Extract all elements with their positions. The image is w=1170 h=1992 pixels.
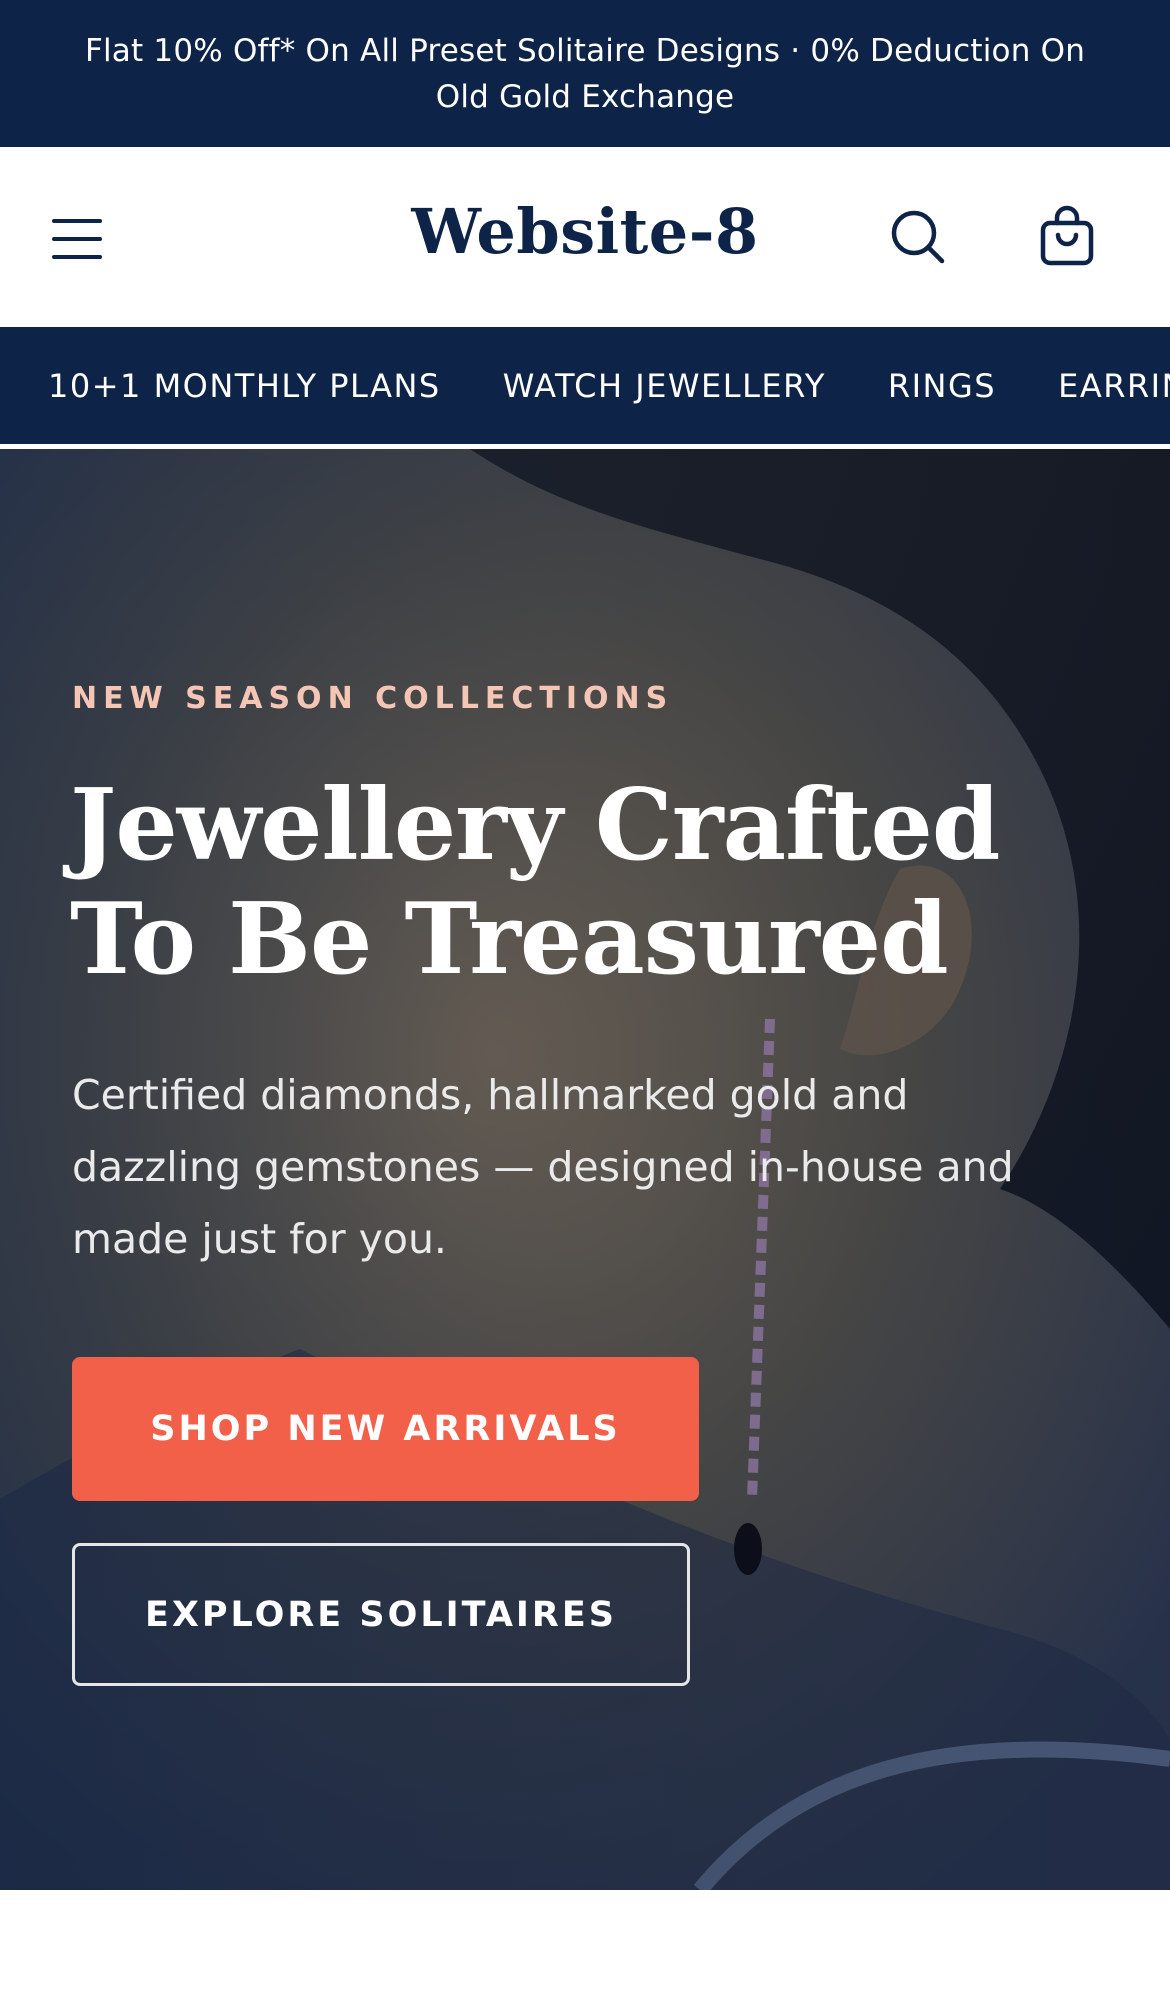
cart-button[interactable] (1038, 205, 1096, 267)
site-header: Website-8 (0, 147, 1170, 327)
nav-item-rings[interactable]: RINGS (888, 367, 996, 405)
shop-new-arrivals-button[interactable]: SHOP NEW ARRIVALS (72, 1357, 699, 1501)
cart-icon (1040, 205, 1094, 266)
category-nav: 10+1 MONTHLY PLANS WATCH JEWELLERY RINGS… (0, 327, 1170, 447)
hero-banner: NEW SEASON COLLECTIONS Jewellery Crafted… (0, 449, 1170, 1890)
hero-eyebrow: NEW SEASON COLLECTIONS (72, 681, 674, 716)
nav-item-earrings[interactable]: EARRINGS (1058, 367, 1170, 405)
announcement-text: Flat 10% Off* On All Preset Solitaire De… (84, 32, 1086, 115)
nav-item-monthly-plans[interactable]: 10+1 MONTHLY PLANS (48, 367, 441, 405)
explore-solitaires-button[interactable]: EXPLORE SOLITAIRES (72, 1543, 690, 1686)
announcement-bar: Flat 10% Off* On All Preset Solitaire De… (0, 0, 1170, 147)
search-button[interactable] (888, 207, 948, 267)
hero-subtitle: Certified diamonds, hallmarked gold and … (72, 1071, 1014, 1263)
search-icon (891, 210, 945, 264)
nav-item-watch-jewellery[interactable]: WATCH JEWELLERY (503, 367, 826, 405)
hero-title: Jewellery Crafted To Be Treasured (70, 768, 1000, 997)
brand-logo[interactable]: Website-8 (0, 195, 1170, 268)
